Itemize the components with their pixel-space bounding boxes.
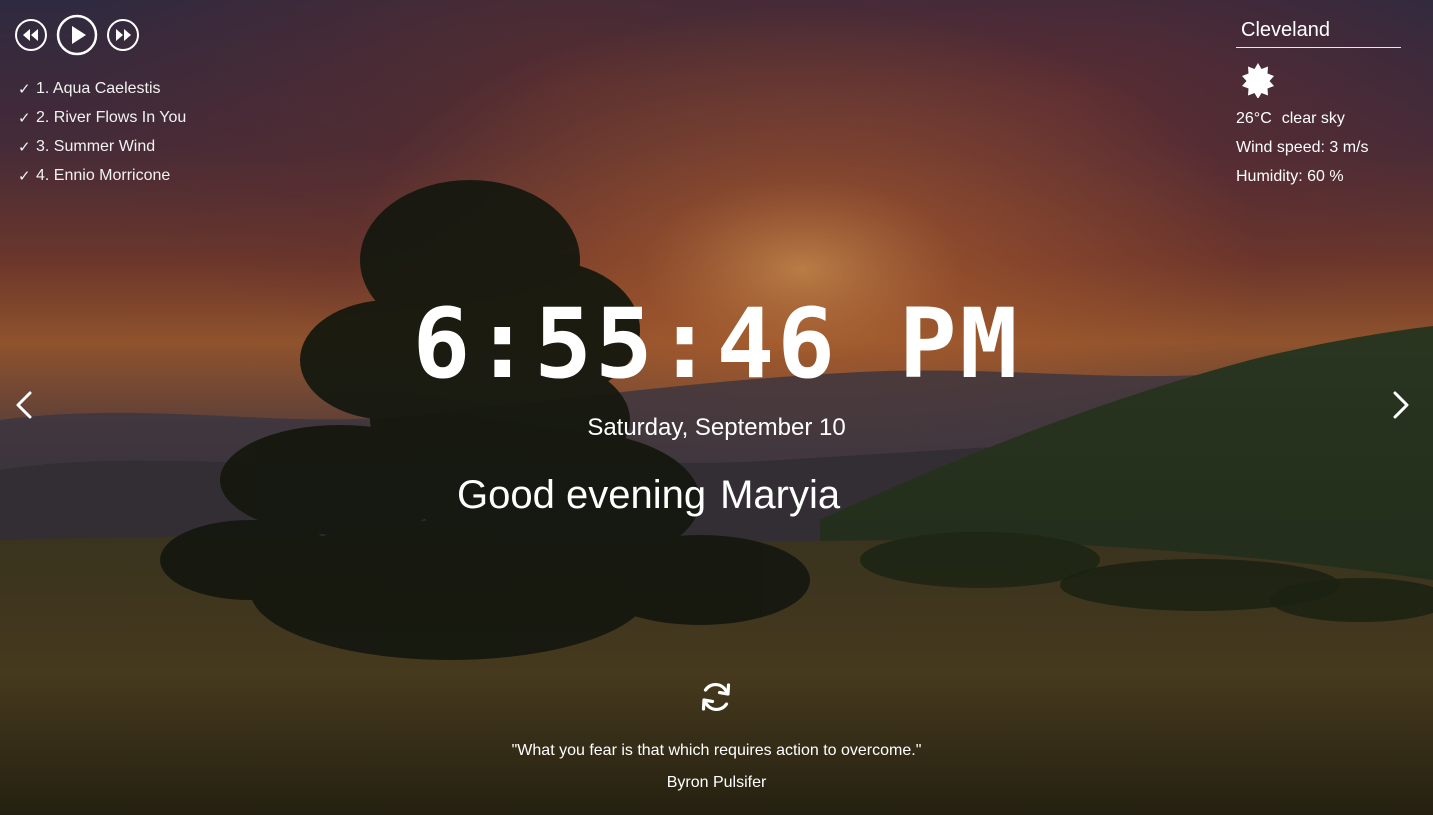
- player-controls: [14, 14, 274, 56]
- track-title: 2. River Flows In You: [36, 108, 187, 126]
- playlist: ✓ 1. Aqua Caelestis ✓ 2. River Flows In …: [18, 74, 274, 190]
- city-input[interactable]: [1236, 16, 1401, 48]
- fast-forward-icon[interactable]: [106, 18, 140, 52]
- clock-date: Saturday, September 10: [587, 414, 846, 441]
- playlist-item[interactable]: ✓ 4. Ennio Morricone: [18, 161, 274, 190]
- play-icon[interactable]: [56, 14, 98, 56]
- audio-player: ✓ 1. Aqua Caelestis ✓ 2. River Flows In …: [14, 14, 274, 190]
- greeting: Good evening: [457, 473, 1021, 518]
- humidity: Humidity: 60 %: [1236, 168, 1344, 185]
- greeting-text: Good evening: [457, 473, 707, 517]
- momentum-page: ✓ 1. Aqua Caelestis ✓ 2. River Flows In …: [0, 0, 1433, 815]
- playlist-item[interactable]: ✓ 3. Summer Wind: [18, 132, 274, 161]
- name-input[interactable]: [720, 473, 1021, 518]
- check-icon: ✓: [18, 108, 31, 127]
- refresh-icon[interactable]: [697, 678, 735, 716]
- playlist-item[interactable]: ✓ 1. Aqua Caelestis: [18, 74, 274, 103]
- temperature: 26°C: [1236, 110, 1272, 127]
- quote-text: "What you fear is that which requires ac…: [511, 742, 922, 759]
- check-icon: ✓: [18, 166, 31, 185]
- track-title: 3. Summer Wind: [36, 137, 156, 155]
- weather-description: clear sky: [1281, 110, 1345, 127]
- wind-speed: Wind speed: 3 m/s: [1236, 139, 1369, 156]
- sun-icon: [1240, 62, 1276, 99]
- rewind-icon[interactable]: [14, 18, 48, 52]
- weather-widget: 26°C clear sky Wind speed: 3 m/s Humidity…: [1236, 16, 1406, 191]
- clock-time: 6:55:46 PM: [412, 288, 1021, 400]
- check-icon: ✓: [18, 79, 31, 98]
- quote-author: Byron Pulsifer: [666, 774, 767, 791]
- check-icon: ✓: [18, 137, 31, 156]
- playlist-item[interactable]: ✓ 2. River Flows In You: [18, 103, 274, 132]
- track-title: 1. Aqua Caelestis: [36, 79, 161, 97]
- track-title: 4. Ennio Morricone: [36, 166, 171, 184]
- temperature-row: 26°C clear sky: [1236, 104, 1406, 133]
